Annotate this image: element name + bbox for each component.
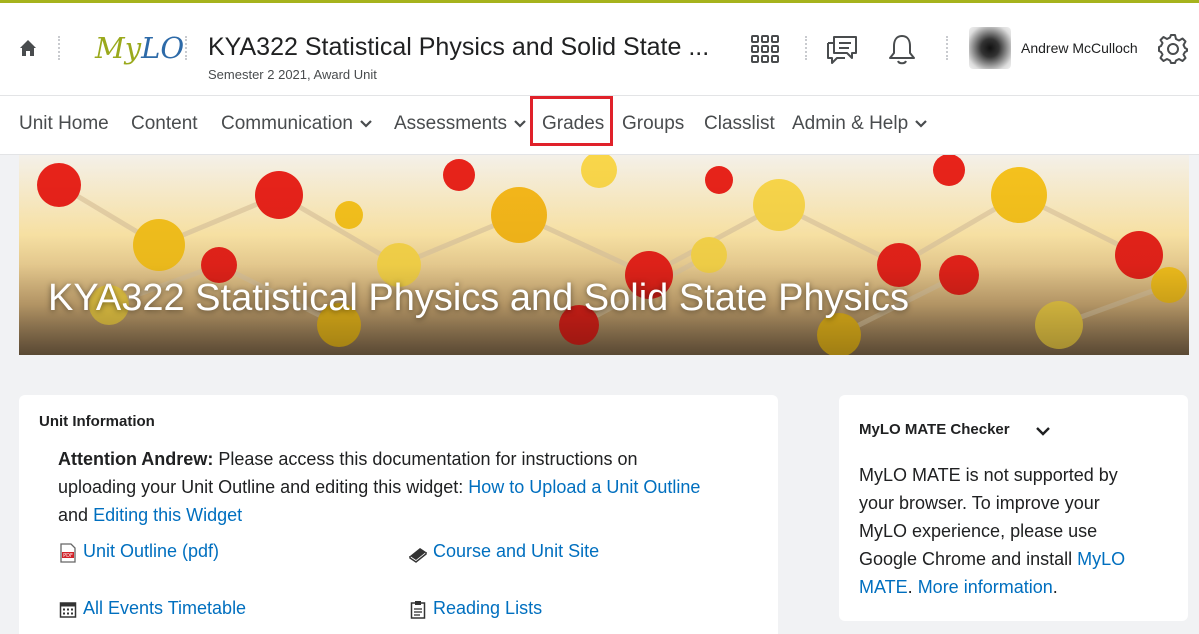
mate-checker-heading: MyLO MATE Checker xyxy=(859,421,1010,438)
calendar-icon xyxy=(59,600,77,623)
header-divider xyxy=(58,36,60,60)
chevron-down-icon xyxy=(513,113,527,135)
chevron-down-icon[interactable] xyxy=(1035,424,1051,442)
grades-highlight-box xyxy=(530,96,613,146)
editing-widget-link[interactable]: Editing this Widget xyxy=(93,505,242,525)
message-icon[interactable] xyxy=(825,34,859,71)
attention-name: Attention Andrew: xyxy=(58,449,214,469)
unit-title[interactable]: KYA322 Statistical Physics and Solid Sta… xyxy=(208,33,709,62)
logo-text-my: My xyxy=(95,31,142,65)
unit-banner-image: KYA322 Statistical Physics and Solid Sta… xyxy=(19,155,1189,355)
user-name[interactable]: Andrew McCulloch xyxy=(1021,40,1138,56)
nav-classlist[interactable]: Classlist xyxy=(704,113,775,135)
attention-text: Please access this documentation for ins… xyxy=(218,449,638,469)
more-information-link[interactable]: More information xyxy=(918,577,1053,597)
mylo-mate-checker-widget: MyLO MATE Checker MyLO MATE is not suppo… xyxy=(839,395,1188,621)
all-events-timetable-link[interactable]: All Events Timetable xyxy=(83,598,246,619)
header: MyLO KYA322 Statistical Physics and Soli… xyxy=(0,3,1199,95)
unit-outline-link[interactable]: Unit Outline (pdf) xyxy=(83,541,219,562)
unit-subtitle: Semester 2 2021, Award Unit xyxy=(208,67,377,82)
header-divider xyxy=(185,36,187,60)
reading-lists-link[interactable]: Reading Lists xyxy=(433,598,542,619)
nav-unit-home[interactable]: Unit Home xyxy=(19,113,109,135)
mylo-mate-link-part2[interactable]: MATE xyxy=(859,577,908,597)
molecule-banner-image xyxy=(19,155,1189,355)
mylo-logo[interactable]: MyLO xyxy=(95,31,184,67)
attention-text-2: uploading your Unit Outline and editing … xyxy=(58,477,464,497)
how-to-upload-link[interactable]: How to Upload a Unit Outline xyxy=(468,477,700,497)
and-text: and xyxy=(58,505,89,525)
pdf-icon: PDF xyxy=(59,543,77,568)
mate-line-1: MyLO MATE is not supported by xyxy=(859,465,1118,485)
waffle-grid-icon[interactable] xyxy=(750,34,780,69)
nav-content[interactable]: Content xyxy=(131,113,198,135)
logo-text-lo: LO xyxy=(141,31,185,65)
nav-groups[interactable]: Groups xyxy=(622,113,684,135)
nav-admin-help[interactable]: Admin & Help xyxy=(792,113,928,135)
unit-information-widget: Unit Information Attention Andrew: Pleas… xyxy=(19,395,778,634)
nav-assessments[interactable]: Assessments xyxy=(394,113,527,135)
chevron-down-icon xyxy=(914,113,928,135)
chevron-down-icon xyxy=(359,113,373,135)
header-divider xyxy=(805,36,807,60)
gear-icon[interactable] xyxy=(1157,33,1189,70)
svg-text:PDF: PDF xyxy=(63,553,73,559)
bell-icon[interactable] xyxy=(887,33,917,70)
nav-communication[interactable]: Communication xyxy=(221,113,373,135)
nav-communication-label: Communication xyxy=(221,113,353,135)
nav-admin-help-label: Admin & Help xyxy=(792,113,909,135)
mylo-mate-link-part1[interactable]: MyLO xyxy=(1077,549,1125,569)
mate-checker-message: MyLO MATE is not supported by your brows… xyxy=(859,465,1126,597)
widget-heading: Unit Information xyxy=(39,413,155,430)
book-icon xyxy=(408,545,428,568)
mate-line-2: your browser. To improve your xyxy=(859,493,1100,513)
mate-line-3: MyLO experience, please use xyxy=(859,521,1098,541)
banner-title: KYA322 Statistical Physics and Solid Sta… xyxy=(48,277,910,319)
header-divider xyxy=(946,36,948,60)
nav-assessments-label: Assessments xyxy=(394,113,507,135)
attention-paragraph: Attention Andrew: Please access this doc… xyxy=(58,445,768,529)
mate-line-4: Google Chrome and install xyxy=(859,549,1073,569)
clipboard-icon xyxy=(410,600,426,624)
home-icon[interactable] xyxy=(17,37,39,59)
avatar[interactable] xyxy=(969,27,1011,69)
course-unit-site-link[interactable]: Course and Unit Site xyxy=(433,541,599,562)
